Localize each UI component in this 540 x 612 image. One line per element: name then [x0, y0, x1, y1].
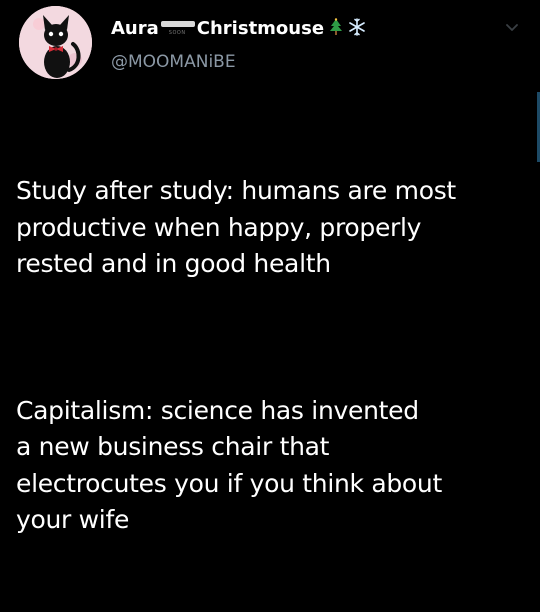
tweet-body: Study after study: humans are most produ… [16, 100, 526, 612]
tweet: Aura SOON Christmouse @MOOMANiBE Study a… [0, 0, 540, 534]
snowflake-icon [348, 18, 366, 40]
tweet-header: Aura SOON Christmouse @MOOMANiBE [111, 14, 510, 72]
dash-badge: SOON [160, 21, 195, 36]
christmas-tree-icon [328, 18, 344, 40]
badge-text: SOON [168, 30, 186, 36]
display-name-first: Aura [111, 17, 159, 39]
tweet-paragraph: Study after study: humans are most produ… [16, 176, 456, 278]
tweet-paragraph: Capitalism: science has invented a new b… [16, 395, 442, 535]
avatar[interactable] [19, 6, 92, 79]
black-cat-avatar-icon [19, 6, 92, 79]
chevron-down-icon[interactable] [504, 20, 520, 36]
display-name[interactable]: Aura SOON Christmouse [111, 14, 510, 42]
display-name-second: Christmouse [196, 17, 325, 39]
user-handle[interactable]: @MOOMANiBE [111, 52, 510, 72]
